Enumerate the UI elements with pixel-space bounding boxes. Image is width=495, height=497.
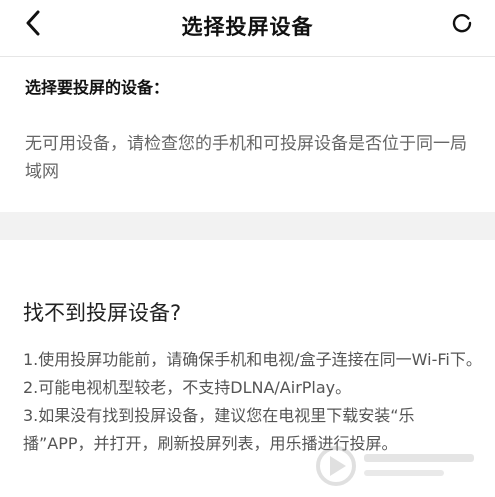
section-separator (0, 212, 495, 240)
help-item: 2.可能电视机型较老，不支持DLNA/AirPlay。 (23, 378, 352, 397)
help-item: 3.如果没有找到投屏设备，建议您在电视里下载安装“乐播”APP，并打开，刷新投屏… (23, 406, 415, 453)
page-title: 选择投屏设备 (181, 15, 314, 39)
empty-device-message: 无可用设备，请检查您的手机和可投屏设备是否位于同一局域网 (25, 134, 467, 182)
refresh-icon (451, 12, 473, 38)
device-section-label: 选择要投屏的设备： (25, 78, 170, 97)
header-divider (0, 56, 495, 57)
help-title: 找不到投屏设备? (23, 301, 182, 325)
help-item: 1.使用投屏功能前，请确保手机和电视/盒子连接在同一Wi-Fi下。 (23, 350, 482, 369)
refresh-button[interactable] (449, 12, 475, 38)
help-list: 1.使用投屏功能前，请确保手机和电视/盒子连接在同一Wi-Fi下。 2.可能电视… (23, 346, 483, 458)
top-bar: 选择投屏设备 (0, 0, 495, 52)
